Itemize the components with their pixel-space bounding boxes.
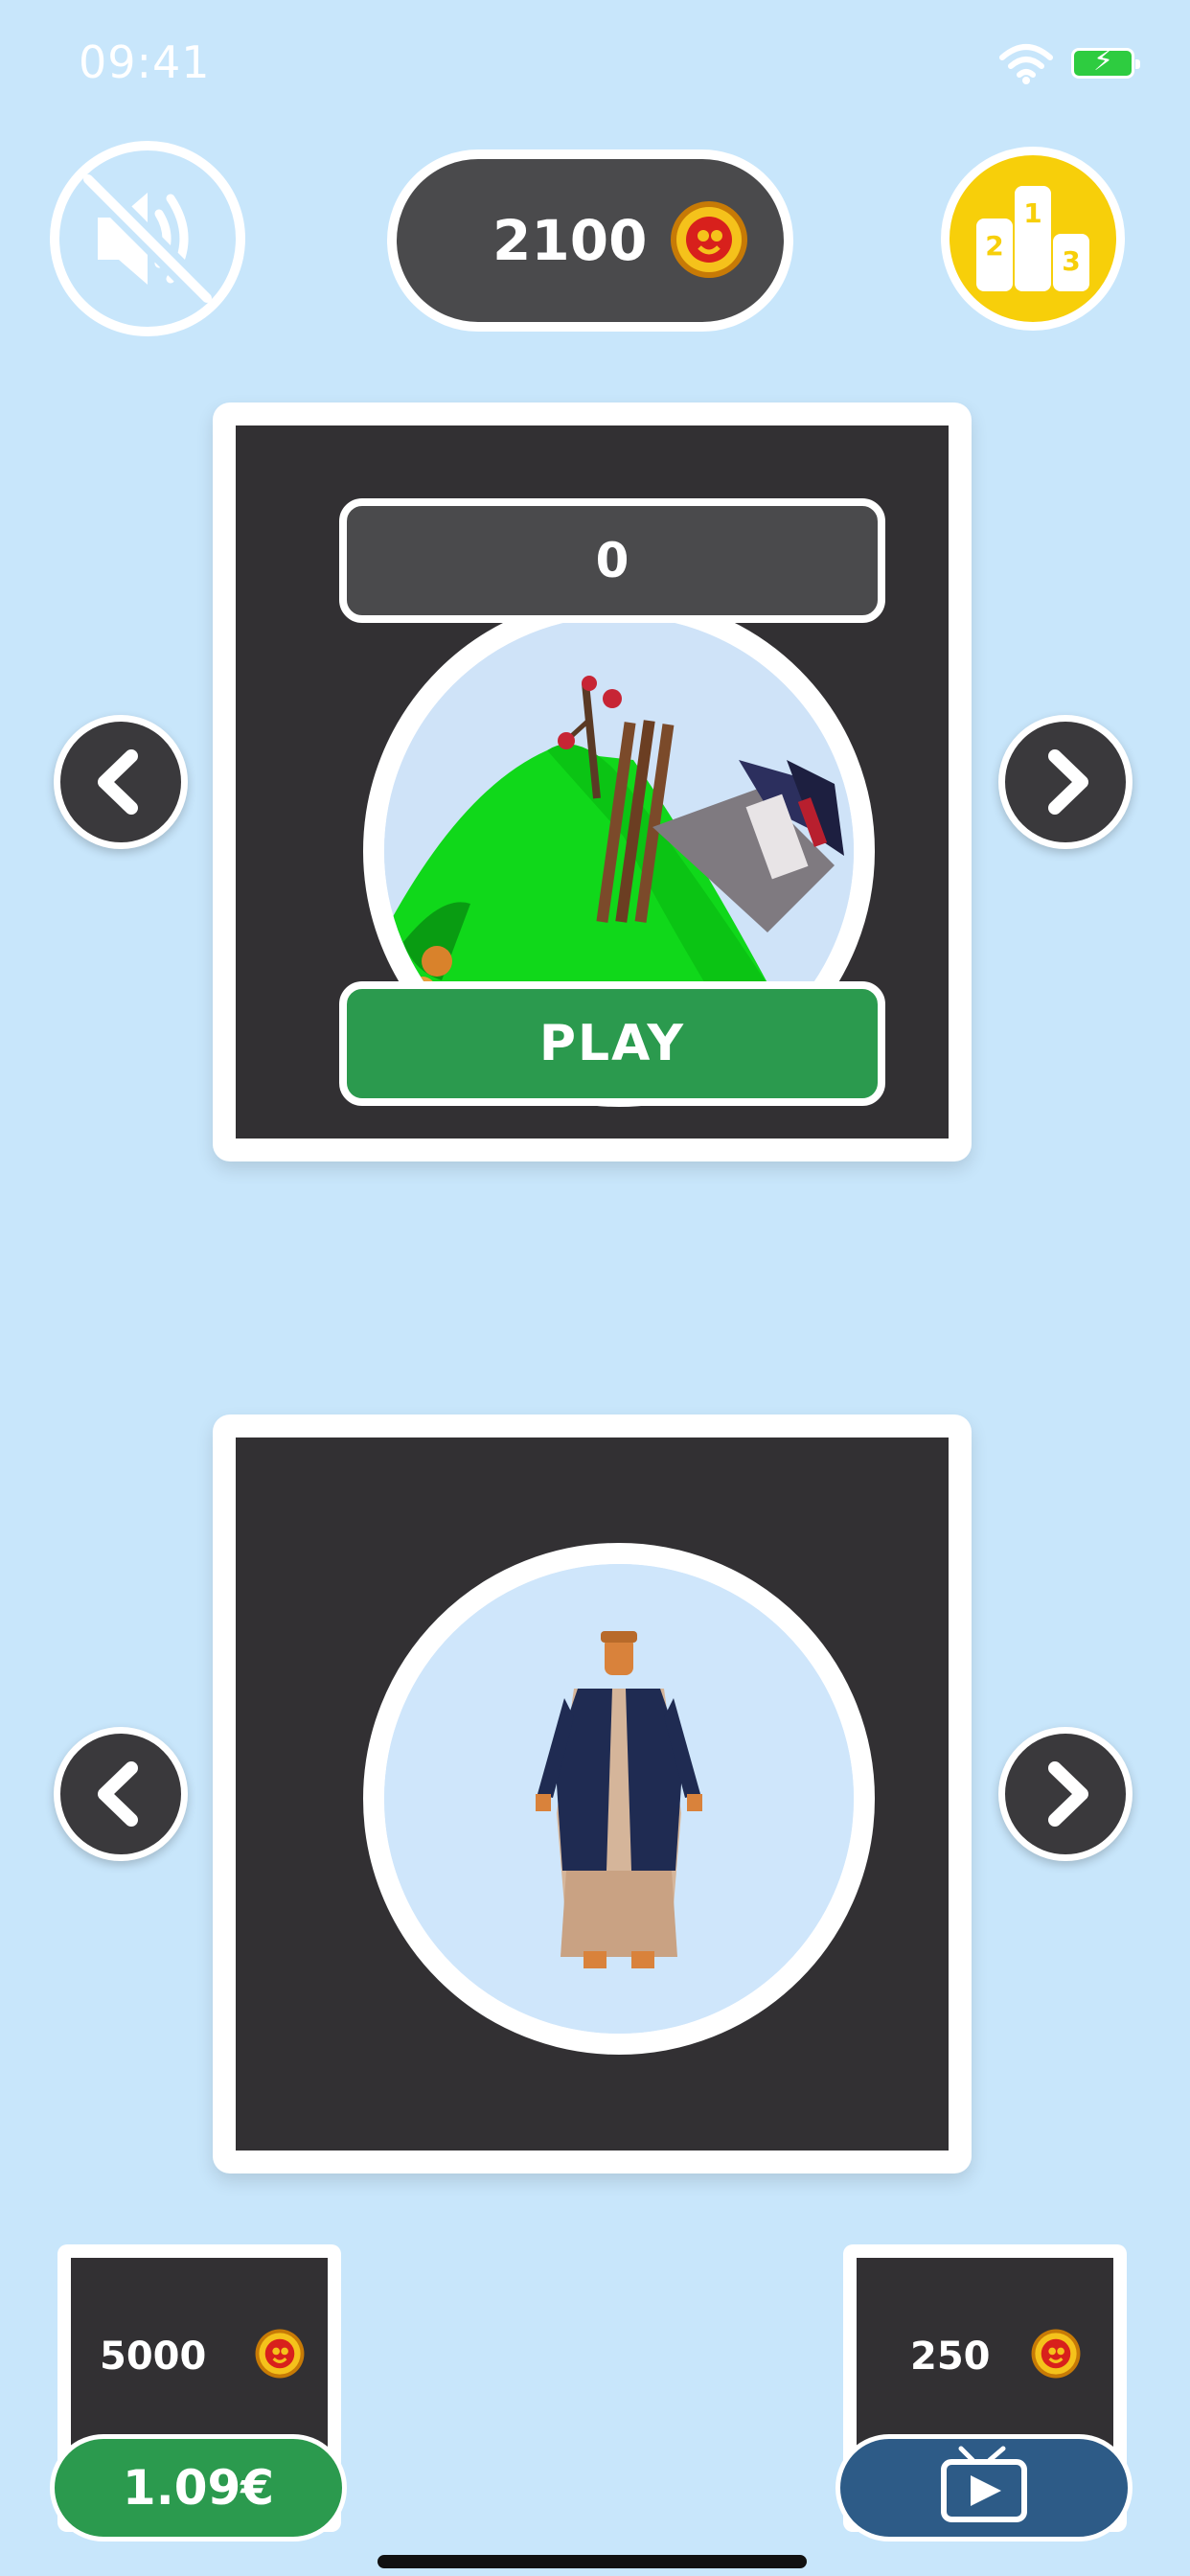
level-selector-panel: 0 PLAY bbox=[213, 402, 972, 1162]
previous-level-button[interactable] bbox=[54, 715, 188, 849]
previous-character-button[interactable] bbox=[54, 1727, 188, 1861]
coin-pack-amount: 5000 bbox=[100, 2334, 207, 2379]
speaker-muted-icon bbox=[80, 171, 216, 307]
play-button-label: PLAY bbox=[538, 1015, 686, 1072]
coin-icon bbox=[671, 201, 747, 278]
svg-text:3: 3 bbox=[1062, 245, 1080, 277]
tv-play-icon bbox=[941, 2446, 1027, 2522]
watch-ad-button[interactable] bbox=[835, 2434, 1133, 2542]
svg-text:2: 2 bbox=[985, 230, 1003, 262]
next-character-button[interactable] bbox=[998, 1727, 1133, 1861]
chevron-right-icon bbox=[1048, 1761, 1088, 1827]
wifi-icon bbox=[999, 44, 1053, 84]
battery-icon: ⚡ bbox=[1071, 47, 1140, 79]
buy-coins-button[interactable]: 1.09€ bbox=[50, 2434, 347, 2542]
coin-count: 2100 bbox=[492, 208, 648, 273]
svg-text:1: 1 bbox=[1023, 197, 1041, 229]
character-preview bbox=[363, 1543, 875, 2055]
coin-balance: 2100 bbox=[387, 150, 793, 332]
chevron-right-icon bbox=[1048, 749, 1088, 815]
home-indicator bbox=[378, 2555, 807, 2568]
next-level-button[interactable] bbox=[998, 715, 1133, 849]
chevron-left-icon bbox=[98, 1761, 138, 1827]
play-button[interactable]: PLAY bbox=[339, 981, 885, 1106]
leaderboard-button[interactable]: 2 1 3 bbox=[941, 147, 1125, 331]
character-figure bbox=[384, 1564, 854, 2034]
sound-toggle-button[interactable] bbox=[50, 141, 245, 336]
best-score: 0 bbox=[595, 533, 629, 588]
best-score-box: 0 bbox=[339, 498, 885, 623]
chevron-left-icon bbox=[98, 749, 138, 815]
coin-icon bbox=[1031, 2329, 1081, 2379]
podium-icon: 2 1 3 bbox=[976, 186, 1089, 291]
free-coins-amount: 250 bbox=[910, 2334, 991, 2379]
character-selector-panel bbox=[213, 1414, 972, 2174]
status-time: 09:41 bbox=[79, 36, 211, 88]
buy-coins-price: 1.09€ bbox=[122, 2460, 275, 2516]
coin-icon bbox=[255, 2329, 305, 2379]
